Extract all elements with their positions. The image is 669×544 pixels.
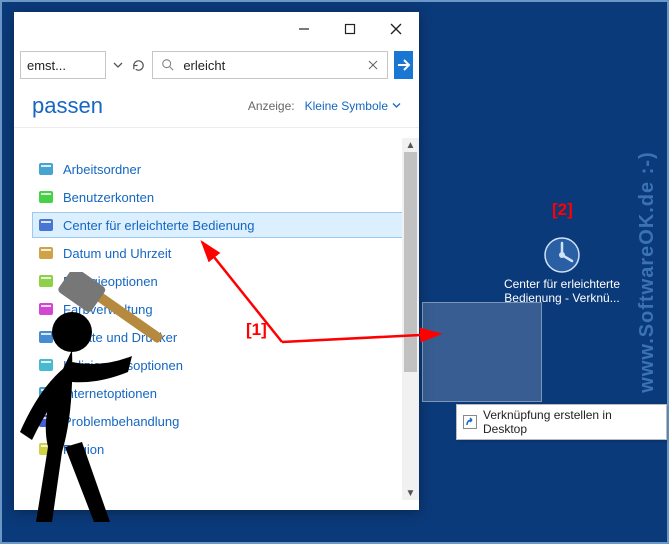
search-box[interactable]: [152, 51, 388, 79]
ease-of-access-icon: [544, 237, 580, 273]
item-icon: [37, 244, 55, 262]
desktop-shortcut-label: Center für erleichterte Bedienung - Verk…: [492, 277, 632, 305]
item-icon: [37, 412, 55, 430]
item-label: Geräte und Drucker: [63, 330, 177, 345]
chevron-down-icon: [392, 101, 401, 110]
control-panel-item[interactable]: Benutzerkonten: [32, 184, 404, 210]
item-icon: [37, 160, 55, 178]
address-box[interactable]: emst...: [20, 51, 106, 79]
control-panel-item[interactable]: Indizierungsoptionen: [32, 352, 404, 378]
control-panel-item[interactable]: Internetoptionen: [32, 380, 404, 406]
shortcut-arrow-icon: [463, 415, 477, 429]
scroll-up-button[interactable]: ▲: [402, 138, 419, 152]
control-panel-item[interactable]: Geräte und Drucker: [32, 324, 404, 350]
item-icon: [37, 328, 55, 346]
desktop: www.SoftwareOK.de :-) emst...: [0, 0, 669, 544]
item-label: Benutzerkonten: [63, 190, 154, 205]
view-mode-value: Kleine Symbole: [305, 99, 388, 113]
search-icon: [153, 58, 183, 72]
item-icon: [37, 356, 55, 374]
view-label: Anzeige:: [248, 99, 295, 113]
control-panel-item[interactable]: Center für erleichterte Bedienung: [32, 212, 404, 238]
desktop-shortcut[interactable]: Center für erleichterte Bedienung - Verk…: [492, 237, 632, 305]
scroll-down-button[interactable]: ▼: [402, 486, 419, 500]
item-label: Indizierungsoptionen: [63, 358, 183, 373]
item-icon: [37, 272, 55, 290]
page-title-fragment: passen: [32, 93, 103, 119]
nav-row: emst...: [14, 46, 419, 84]
item-icon: [37, 188, 55, 206]
search-input[interactable]: [183, 58, 359, 73]
search-go-button[interactable]: [394, 51, 413, 79]
item-label: Region: [63, 442, 104, 457]
item-icon: [37, 216, 55, 234]
control-panel-item[interactable]: Farbverwaltung: [32, 296, 404, 322]
item-label: Arbeitsordner: [63, 162, 141, 177]
item-label: Problembehandlung: [63, 414, 179, 429]
address-text: emst...: [27, 58, 66, 73]
drag-ghost-preview: [422, 302, 542, 402]
watermark-text: www.SoftwareOK.de :-): [636, 151, 659, 392]
scroll-thumb[interactable]: [404, 152, 417, 372]
control-panel-item[interactable]: Region: [32, 436, 404, 462]
drag-tooltip-text: Verknüpfung erstellen in Desktop: [483, 408, 658, 436]
item-label: Datum und Uhrzeit: [63, 246, 171, 261]
address-dropdown-button[interactable]: [112, 51, 125, 79]
control-panel-list: Arbeitsordner Benutzerkonten Center für er…: [32, 156, 404, 462]
item-label: Farbverwaltung: [63, 302, 153, 317]
minimize-button[interactable]: [281, 12, 327, 46]
annotation-marker-2: [2]: [552, 200, 573, 220]
clear-search-button[interactable]: [359, 60, 387, 70]
annotation-marker-1: [1]: [246, 320, 267, 340]
item-label: Energieoptionen: [63, 274, 158, 289]
control-panel-item[interactable]: Energieoptionen: [32, 268, 404, 294]
control-panel-item[interactable]: Arbeitsordner: [32, 156, 404, 182]
close-button[interactable]: [373, 12, 419, 46]
content-area: Arbeitsordner Benutzerkonten Center für er…: [14, 128, 419, 510]
control-panel-window: emst... passen: [14, 12, 419, 510]
scrollbar[interactable]: ▲ ▼: [402, 138, 419, 500]
maximize-button[interactable]: [327, 12, 373, 46]
titlebar: [14, 12, 419, 46]
view-mode-dropdown[interactable]: Kleine Symbole: [305, 99, 401, 113]
item-icon: [37, 384, 55, 402]
subheader: passen Anzeige: Kleine Symbole: [14, 84, 419, 128]
item-icon: [37, 300, 55, 318]
drag-tooltip: Verknüpfung erstellen in Desktop: [456, 404, 667, 440]
item-label: Center für erleichterte Bedienung: [63, 218, 255, 233]
item-label: Internetoptionen: [63, 386, 157, 401]
control-panel-item[interactable]: Problembehandlung: [32, 408, 404, 434]
control-panel-item[interactable]: Datum und Uhrzeit: [32, 240, 404, 266]
item-icon: [37, 440, 55, 458]
refresh-button[interactable]: [131, 51, 146, 79]
